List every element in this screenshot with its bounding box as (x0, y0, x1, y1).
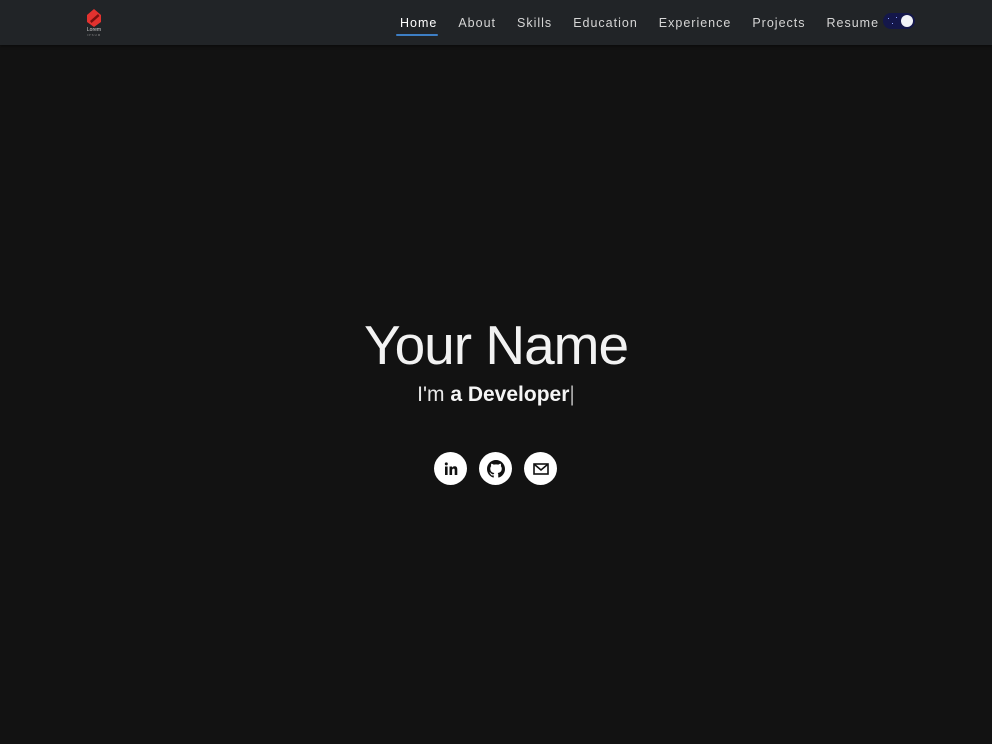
tagline-role: a Developer (450, 383, 570, 406)
nav-link-resume[interactable]: Resume (827, 16, 880, 30)
star-icon (888, 18, 889, 19)
nav-link-experience[interactable]: Experience (659, 16, 732, 30)
typing-cursor: | (569, 383, 575, 406)
theme-toggle[interactable] (883, 13, 915, 29)
github-icon (486, 459, 505, 478)
toggle-knob (901, 15, 913, 27)
star-icon (892, 23, 893, 24)
nav-link-education[interactable]: Education (573, 16, 638, 30)
logo[interactable]: Lorem IPSUM (82, 8, 106, 40)
hero-name: Your Name (363, 314, 629, 376)
hero-tagline: I'm a Developer| (0, 383, 992, 407)
social-links (434, 452, 569, 485)
nav-link-skills[interactable]: Skills (517, 16, 552, 30)
nav-link-about[interactable]: About (458, 16, 496, 30)
github-button[interactable] (479, 452, 512, 485)
linkedin-icon (444, 461, 457, 475)
nav-links: Home About Skills Education Experience P… (395, 0, 900, 45)
logo-subtext: IPSUM (86, 33, 102, 37)
navbar: Lorem IPSUM Home About Skills Education … (0, 0, 992, 45)
mail-icon (532, 462, 549, 475)
linkedin-button[interactable] (434, 452, 467, 485)
nav-link-projects[interactable]: Projects (752, 16, 805, 30)
star-icon (896, 17, 897, 18)
hero-section: Your Name I'm a Developer| (0, 45, 992, 744)
tagline-prefix: I'm (417, 383, 451, 406)
email-button[interactable] (524, 452, 557, 485)
logo-icon (87, 9, 101, 27)
nav-link-home[interactable]: Home (395, 16, 439, 36)
